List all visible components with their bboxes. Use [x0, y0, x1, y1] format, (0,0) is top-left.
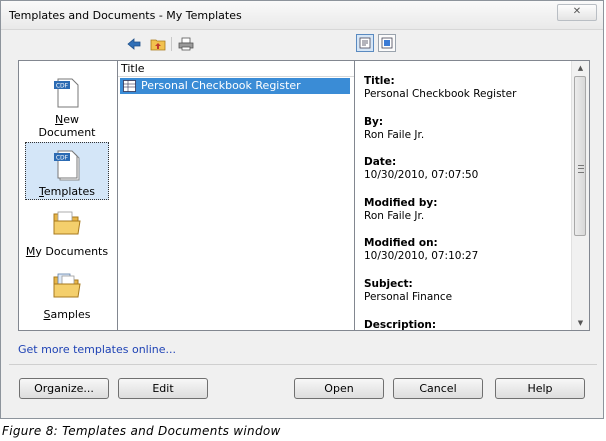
grip-icon — [578, 165, 584, 173]
folder-icon — [53, 211, 81, 235]
info-description: Description: — [364, 319, 436, 330]
info-title-value: Personal Checkbook Register — [364, 88, 517, 100]
nav-my-documents[interactable]: My Documents — [25, 203, 109, 261]
samples-folder-icon — [53, 273, 81, 298]
back-button[interactable] — [125, 36, 143, 52]
folder-up-button[interactable] — [149, 36, 167, 52]
info-subject: Subject: Personal Finance — [364, 278, 452, 304]
document-properties-icon — [381, 37, 393, 49]
properties-view-button[interactable] — [378, 34, 396, 52]
info-modified-on-label: Modified on: — [364, 237, 438, 249]
info-title: Title: Personal Checkbook Register — [364, 75, 516, 101]
cancel-button[interactable]: Cancel — [393, 378, 483, 399]
back-arrow-icon — [127, 38, 141, 50]
folder-up-icon — [150, 39, 166, 51]
dialog-window: Templates and Documents - My Templates ✕ — [0, 0, 604, 419]
info-subject-value: Personal Finance — [364, 291, 453, 303]
info-by-value: Ron Faile Jr. — [364, 129, 425, 141]
info-modified-by-value: Ron Faile Jr. — [364, 210, 425, 222]
info-modified-by-label: Modified by: — [364, 197, 438, 209]
nav-label: New Document — [38, 113, 96, 139]
main-panel: CDF New Document CDF Templates My Docume… — [18, 60, 590, 331]
edit-button[interactable]: Edit — [118, 378, 208, 399]
title-bar[interactable]: Templates and Documents - My Templates ✕ — [1, 1, 603, 30]
template-list: Title Personal Checkbook Register — [118, 61, 355, 330]
svg-text:CDF: CDF — [56, 155, 69, 162]
window-title: Templates and Documents - My Templates — [9, 9, 242, 22]
info-author: By: Ron Faile Jr. — [364, 116, 424, 142]
column-header-title[interactable]: Title — [118, 61, 354, 77]
figure-caption: Figure 8: Templates and Documents window — [2, 424, 281, 438]
list-item-title: Personal Checkbook Register — [141, 79, 301, 92]
spreadsheet-template-icon — [123, 80, 136, 92]
nav-new-document[interactable]: CDF New Document — [25, 71, 109, 139]
divider — [9, 364, 597, 365]
close-button[interactable]: ✕ — [557, 4, 597, 21]
toolbar-separator — [171, 37, 172, 51]
info-date: Date: 10/30/2010, 07:07:50 — [364, 156, 478, 182]
svg-text:CDF: CDF — [56, 83, 69, 90]
nav-samples[interactable]: Samples — [25, 266, 109, 324]
new-document-icon: CDF — [54, 78, 79, 108]
info-date-value: 10/30/2010, 07:07:50 — [364, 169, 479, 181]
open-button[interactable]: Open — [294, 378, 384, 399]
preview-view-button[interactable] — [356, 34, 374, 52]
info-modified-on: Modified on: 10/30/2010, 07:10:27 — [364, 237, 478, 263]
nav-templates[interactable]: CDF Templates — [25, 142, 109, 200]
organize-button[interactable]: Organize... — [19, 378, 109, 399]
info-by-label: By: — [364, 116, 384, 128]
scrollbar-thumb[interactable] — [574, 76, 586, 236]
get-more-templates-link[interactable]: Get more templates online... — [18, 343, 176, 356]
nav-label: Samples — [43, 308, 91, 321]
info-date-label: Date: — [364, 156, 397, 168]
info-description-label: Description: — [364, 319, 437, 330]
document-preview-icon — [359, 37, 371, 49]
nav-label: Templates — [39, 185, 95, 198]
document-info-pane: Title: Personal Checkbook Register By: R… — [355, 61, 573, 330]
scroll-down-button[interactable]: ▼ — [572, 316, 589, 330]
list-item[interactable]: Personal Checkbook Register — [120, 78, 350, 94]
info-modified-on-value: 10/30/2010, 07:10:27 — [364, 250, 479, 262]
templates-icon: CDF — [54, 150, 80, 181]
scroll-up-button[interactable]: ▲ — [572, 61, 589, 75]
navigation-pane: CDF New Document CDF Templates My Docume… — [19, 61, 118, 330]
print-icon — [178, 37, 194, 51]
info-modified-by: Modified by: Ron Faile Jr. — [364, 197, 437, 223]
help-button[interactable]: Help — [495, 378, 585, 399]
info-subject-label: Subject: — [364, 278, 413, 290]
nav-label: My Documents — [25, 245, 109, 258]
info-title-label: Title: — [364, 75, 395, 87]
close-icon: ✕ — [572, 6, 582, 17]
print-button[interactable] — [177, 36, 195, 52]
vertical-scrollbar[interactable]: ▲ ▼ — [571, 61, 589, 330]
scroll-down-icon: ▼ — [577, 319, 584, 327]
scroll-up-icon: ▲ — [577, 64, 584, 72]
